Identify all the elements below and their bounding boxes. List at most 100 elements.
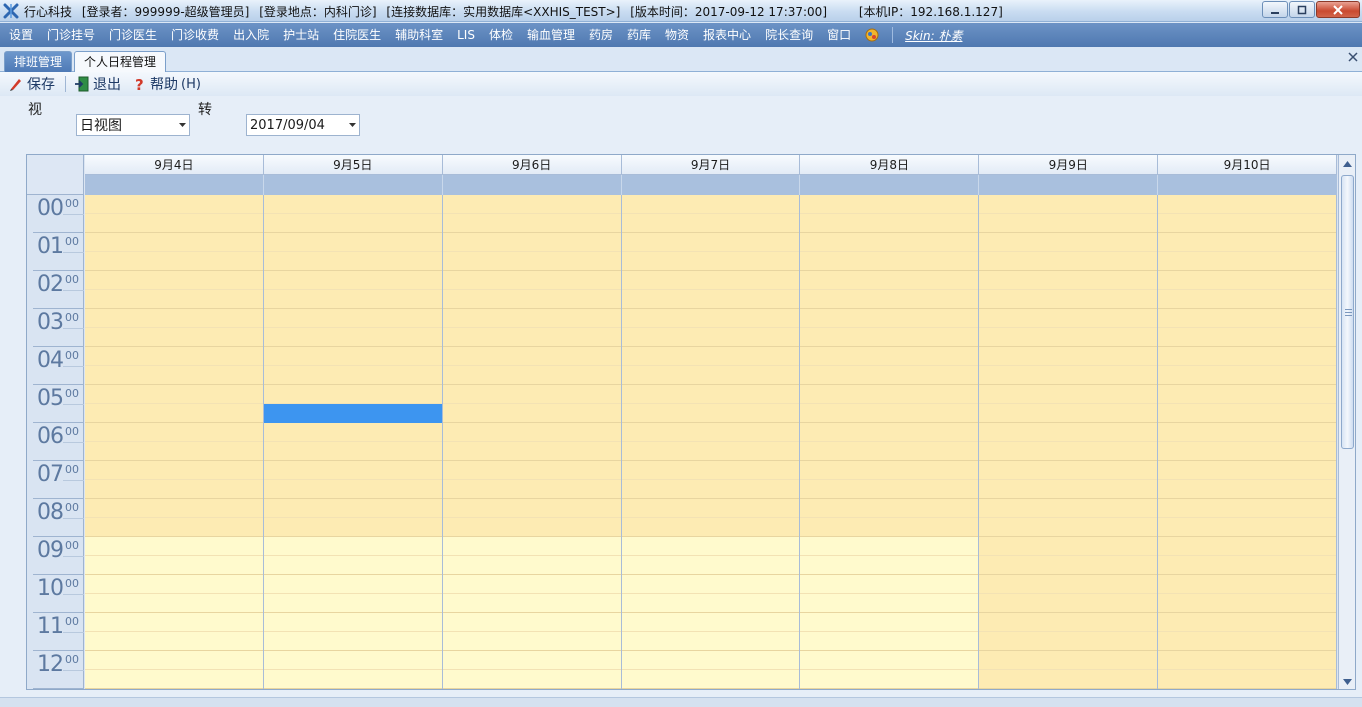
time-slot[interactable] bbox=[979, 480, 1158, 499]
window-list-icon[interactable] bbox=[864, 27, 880, 43]
time-slot[interactable] bbox=[442, 404, 621, 423]
day-header[interactable]: 9月5日 bbox=[263, 155, 443, 175]
time-slot[interactable] bbox=[979, 423, 1158, 442]
menu-blood-transfusion[interactable]: 输血管理 bbox=[520, 23, 582, 47]
time-slot[interactable] bbox=[263, 670, 442, 689]
time-slot[interactable] bbox=[800, 442, 979, 461]
time-slot[interactable] bbox=[1158, 556, 1336, 575]
time-slot[interactable] bbox=[800, 252, 979, 271]
time-slot[interactable] bbox=[85, 537, 263, 556]
time-slot[interactable] bbox=[263, 195, 442, 214]
time-slot[interactable] bbox=[800, 423, 979, 442]
vertical-scrollbar[interactable] bbox=[1338, 155, 1355, 689]
menu-nurse-station[interactable]: 护士站 bbox=[276, 23, 326, 47]
day-column[interactable] bbox=[800, 195, 980, 689]
time-slot[interactable] bbox=[85, 404, 263, 423]
time-slot[interactable] bbox=[1158, 252, 1336, 271]
time-slot[interactable] bbox=[263, 366, 442, 385]
time-slot[interactable] bbox=[1158, 537, 1336, 556]
time-slot[interactable] bbox=[263, 461, 442, 480]
time-slot[interactable] bbox=[442, 271, 621, 290]
time-slot[interactable] bbox=[85, 252, 263, 271]
time-slot[interactable] bbox=[621, 252, 800, 271]
time-slot[interactable] bbox=[263, 328, 442, 347]
time-slot[interactable] bbox=[442, 499, 621, 518]
time-slot[interactable] bbox=[1158, 594, 1336, 613]
time-slot[interactable] bbox=[85, 556, 263, 575]
exit-button[interactable]: 退出 bbox=[74, 74, 121, 94]
menu-outpatient-doctor[interactable]: 门诊医生 bbox=[102, 23, 164, 47]
time-slot[interactable] bbox=[1158, 480, 1336, 499]
time-slot[interactable] bbox=[263, 632, 442, 651]
time-slot[interactable] bbox=[800, 290, 979, 309]
time-slot[interactable] bbox=[85, 309, 263, 328]
time-slot[interactable] bbox=[85, 271, 263, 290]
time-slot[interactable] bbox=[442, 252, 621, 271]
scroll-up-button[interactable] bbox=[1340, 156, 1355, 172]
time-slot[interactable] bbox=[621, 385, 800, 404]
time-slot[interactable] bbox=[800, 195, 979, 214]
time-slot[interactable] bbox=[800, 347, 979, 366]
selected-time-slot[interactable] bbox=[263, 404, 442, 423]
time-slot[interactable] bbox=[442, 518, 621, 537]
day-column[interactable] bbox=[979, 195, 1159, 689]
time-slot[interactable] bbox=[621, 404, 800, 423]
time-slot[interactable] bbox=[800, 518, 979, 537]
time-slot[interactable] bbox=[442, 461, 621, 480]
time-slot[interactable] bbox=[1158, 613, 1336, 632]
time-slot[interactable] bbox=[1158, 518, 1336, 537]
time-slot[interactable] bbox=[1158, 214, 1336, 233]
time-slot[interactable] bbox=[621, 290, 800, 309]
time-slot[interactable] bbox=[442, 347, 621, 366]
time-slot[interactable] bbox=[442, 290, 621, 309]
time-slot[interactable] bbox=[442, 594, 621, 613]
time-slot[interactable] bbox=[263, 556, 442, 575]
time-slot[interactable] bbox=[621, 480, 800, 499]
time-slot[interactable] bbox=[442, 385, 621, 404]
time-slot[interactable] bbox=[263, 651, 442, 670]
time-slot[interactable] bbox=[442, 537, 621, 556]
time-slot[interactable] bbox=[85, 461, 263, 480]
day-header[interactable]: 9月7日 bbox=[621, 155, 801, 175]
time-slot[interactable] bbox=[800, 309, 979, 328]
time-slot[interactable] bbox=[979, 499, 1158, 518]
time-slot[interactable] bbox=[85, 195, 263, 214]
time-slot[interactable] bbox=[979, 214, 1158, 233]
time-slot[interactable] bbox=[85, 214, 263, 233]
time-slot[interactable] bbox=[85, 518, 263, 537]
time-slot[interactable] bbox=[263, 385, 442, 404]
time-slot[interactable] bbox=[263, 290, 442, 309]
view-mode-dropdown[interactable]: 日视图 bbox=[76, 114, 190, 136]
time-slot[interactable] bbox=[85, 442, 263, 461]
time-slot[interactable] bbox=[800, 537, 979, 556]
time-slot[interactable] bbox=[979, 670, 1158, 689]
time-slot[interactable] bbox=[979, 594, 1158, 613]
time-slot[interactable] bbox=[979, 556, 1158, 575]
day-header[interactable]: 9月4日 bbox=[85, 155, 264, 175]
time-slot[interactable] bbox=[1158, 632, 1336, 651]
time-slot[interactable] bbox=[800, 594, 979, 613]
menu-auxiliary-departments[interactable]: 辅助科室 bbox=[388, 23, 450, 47]
time-slot[interactable] bbox=[979, 290, 1158, 309]
skin-selector[interactable]: Skin: 朴素 bbox=[899, 27, 968, 44]
time-slot[interactable] bbox=[979, 575, 1158, 594]
time-slot[interactable] bbox=[979, 366, 1158, 385]
menu-report-center[interactable]: 报表中心 bbox=[696, 23, 758, 47]
time-slot[interactable] bbox=[442, 670, 621, 689]
maximize-button[interactable] bbox=[1289, 1, 1315, 18]
menu-physical-exam[interactable]: 体检 bbox=[482, 23, 520, 47]
time-slot[interactable] bbox=[85, 594, 263, 613]
menu-outpatient-registration[interactable]: 门诊挂号 bbox=[40, 23, 102, 47]
time-slot[interactable] bbox=[85, 366, 263, 385]
time-slot[interactable] bbox=[800, 480, 979, 499]
time-slot[interactable] bbox=[442, 195, 621, 214]
time-slot[interactable] bbox=[442, 480, 621, 499]
time-slot[interactable] bbox=[263, 252, 442, 271]
menu-director-query[interactable]: 院长查询 bbox=[758, 23, 820, 47]
time-slot[interactable] bbox=[442, 214, 621, 233]
time-slot[interactable] bbox=[800, 328, 979, 347]
day-column[interactable] bbox=[621, 195, 801, 689]
time-slot[interactable] bbox=[621, 271, 800, 290]
time-slot[interactable] bbox=[800, 404, 979, 423]
time-slot[interactable] bbox=[979, 632, 1158, 651]
